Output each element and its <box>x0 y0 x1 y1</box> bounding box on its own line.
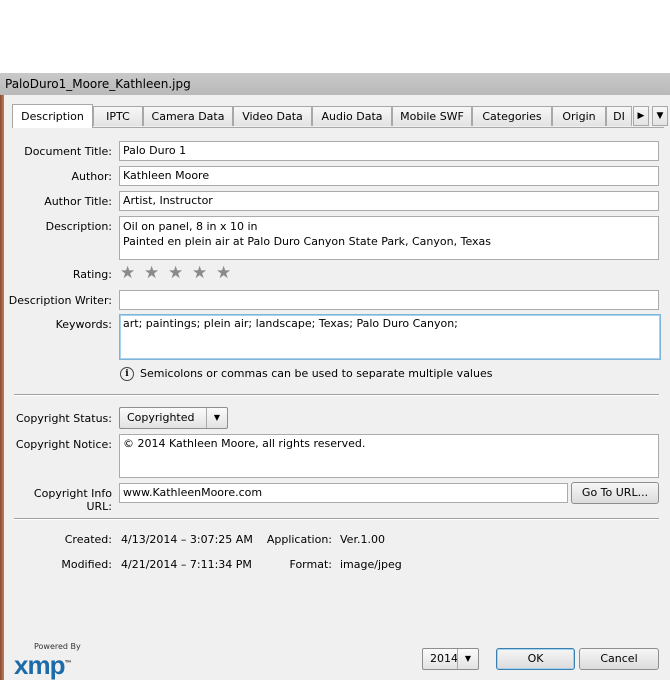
tab-audio-data[interactable]: Audio Data <box>312 106 392 126</box>
format-value: image/jpeg <box>340 558 402 571</box>
keywords-hint-text: Semicolons or commas can be used to sepa… <box>140 367 493 380</box>
tab-origin[interactable]: Origin <box>552 106 606 126</box>
author-label: Author: <box>71 170 112 183</box>
ok-button[interactable]: OK <box>496 648 575 670</box>
document-title-label: Document Title: <box>24 145 112 158</box>
dialog-window: PaloDuro1_Moore_Kathleen.jpg Description… <box>0 73 670 680</box>
rating-label: Rating: <box>72 268 112 281</box>
rating-stars: ★ ★ ★ ★ ★ <box>120 264 240 282</box>
author-field[interactable]: Kathleen Moore <box>119 166 659 186</box>
star-icon[interactable]: ★ <box>120 264 144 282</box>
star-icon[interactable]: ★ <box>216 264 240 282</box>
copyright-notice-label: Copyright Notice: <box>15 438 112 451</box>
tab-panel-border <box>12 127 664 128</box>
created-label: Created: <box>64 533 112 546</box>
version-select-value: 2014 <box>430 652 458 665</box>
copyright-status-select[interactable]: Copyrighted ▼ <box>119 407 228 429</box>
tab-scroll-right-icon[interactable]: ▶ <box>633 106 649 126</box>
separator <box>14 394 659 396</box>
tab-iptc[interactable]: IPTC <box>93 106 143 126</box>
copyright-info-url-label: Copyright Info URL: <box>33 487 112 513</box>
cancel-button[interactable]: Cancel <box>579 648 659 670</box>
application-value: Ver.1.00 <box>340 533 385 546</box>
xmp-logo-tm: ™ <box>64 660 71 667</box>
author-title-label: Author Title: <box>44 195 112 208</box>
xmp-logo: xmp™ <box>14 650 71 681</box>
tab-mobile-swf[interactable]: Mobile SWF <box>392 106 472 126</box>
application-label: Application: <box>266 533 332 546</box>
file-info-dialog: Description IPTC Camera Data Video Data … <box>4 95 670 680</box>
description-writer-label: Description Writer: <box>8 294 112 307</box>
copyright-notice-field[interactable]: © 2014 Kathleen Moore, all rights reserv… <box>119 434 659 478</box>
keywords-field[interactable]: art; paintings; plein air; landscape; Te… <box>119 314 661 360</box>
tab-dicom[interactable]: DI <box>606 106 632 126</box>
tab-video-data[interactable]: Video Data <box>233 106 312 126</box>
tab-strip: Description IPTC Camera Data Video Data … <box>12 104 668 128</box>
tab-camera-data[interactable]: Camera Data <box>143 106 233 126</box>
star-icon[interactable]: ★ <box>192 264 216 282</box>
tab-menu-chevron-down-icon[interactable]: ▼ <box>652 106 668 126</box>
title-bar[interactable]: PaloDuro1_Moore_Kathleen.jpg <box>0 73 670 95</box>
keywords-label: Keywords: <box>55 318 112 331</box>
version-select[interactable]: 2014 ▼ <box>422 648 479 670</box>
copyright-status-label: Copyright Status: <box>15 412 112 425</box>
info-icon: i <box>120 367 134 381</box>
copyright-info-url-field[interactable]: www.KathleenMoore.com <box>119 483 568 503</box>
window-title: PaloDuro1_Moore_Kathleen.jpg <box>5 77 191 91</box>
format-label: Format: <box>289 558 332 571</box>
keywords-hint: i Semicolons or commas can be used to sep… <box>119 367 492 381</box>
chevron-down-icon: ▼ <box>457 649 478 669</box>
tab-categories[interactable]: Categories <box>472 106 552 126</box>
star-icon[interactable]: ★ <box>168 264 192 282</box>
document-title-field[interactable]: Palo Duro 1 <box>119 141 659 161</box>
author-title-field[interactable]: Artist, Instructor <box>119 191 659 211</box>
chevron-down-icon: ▼ <box>206 408 227 428</box>
separator <box>14 518 659 520</box>
copyright-status-value: Copyrighted <box>127 411 195 424</box>
modified-label: Modified: <box>61 558 112 571</box>
xmp-logo-text: xmp <box>14 650 65 680</box>
description-field[interactable]: Oil on panel, 8 in x 10 in Painted en pl… <box>119 216 659 260</box>
tab-description[interactable]: Description <box>12 104 93 128</box>
go-to-url-button[interactable]: Go To URL... <box>571 482 659 504</box>
description-writer-field[interactable] <box>119 290 659 310</box>
description-label: Description: <box>45 220 112 233</box>
star-icon[interactable]: ★ <box>144 264 168 282</box>
